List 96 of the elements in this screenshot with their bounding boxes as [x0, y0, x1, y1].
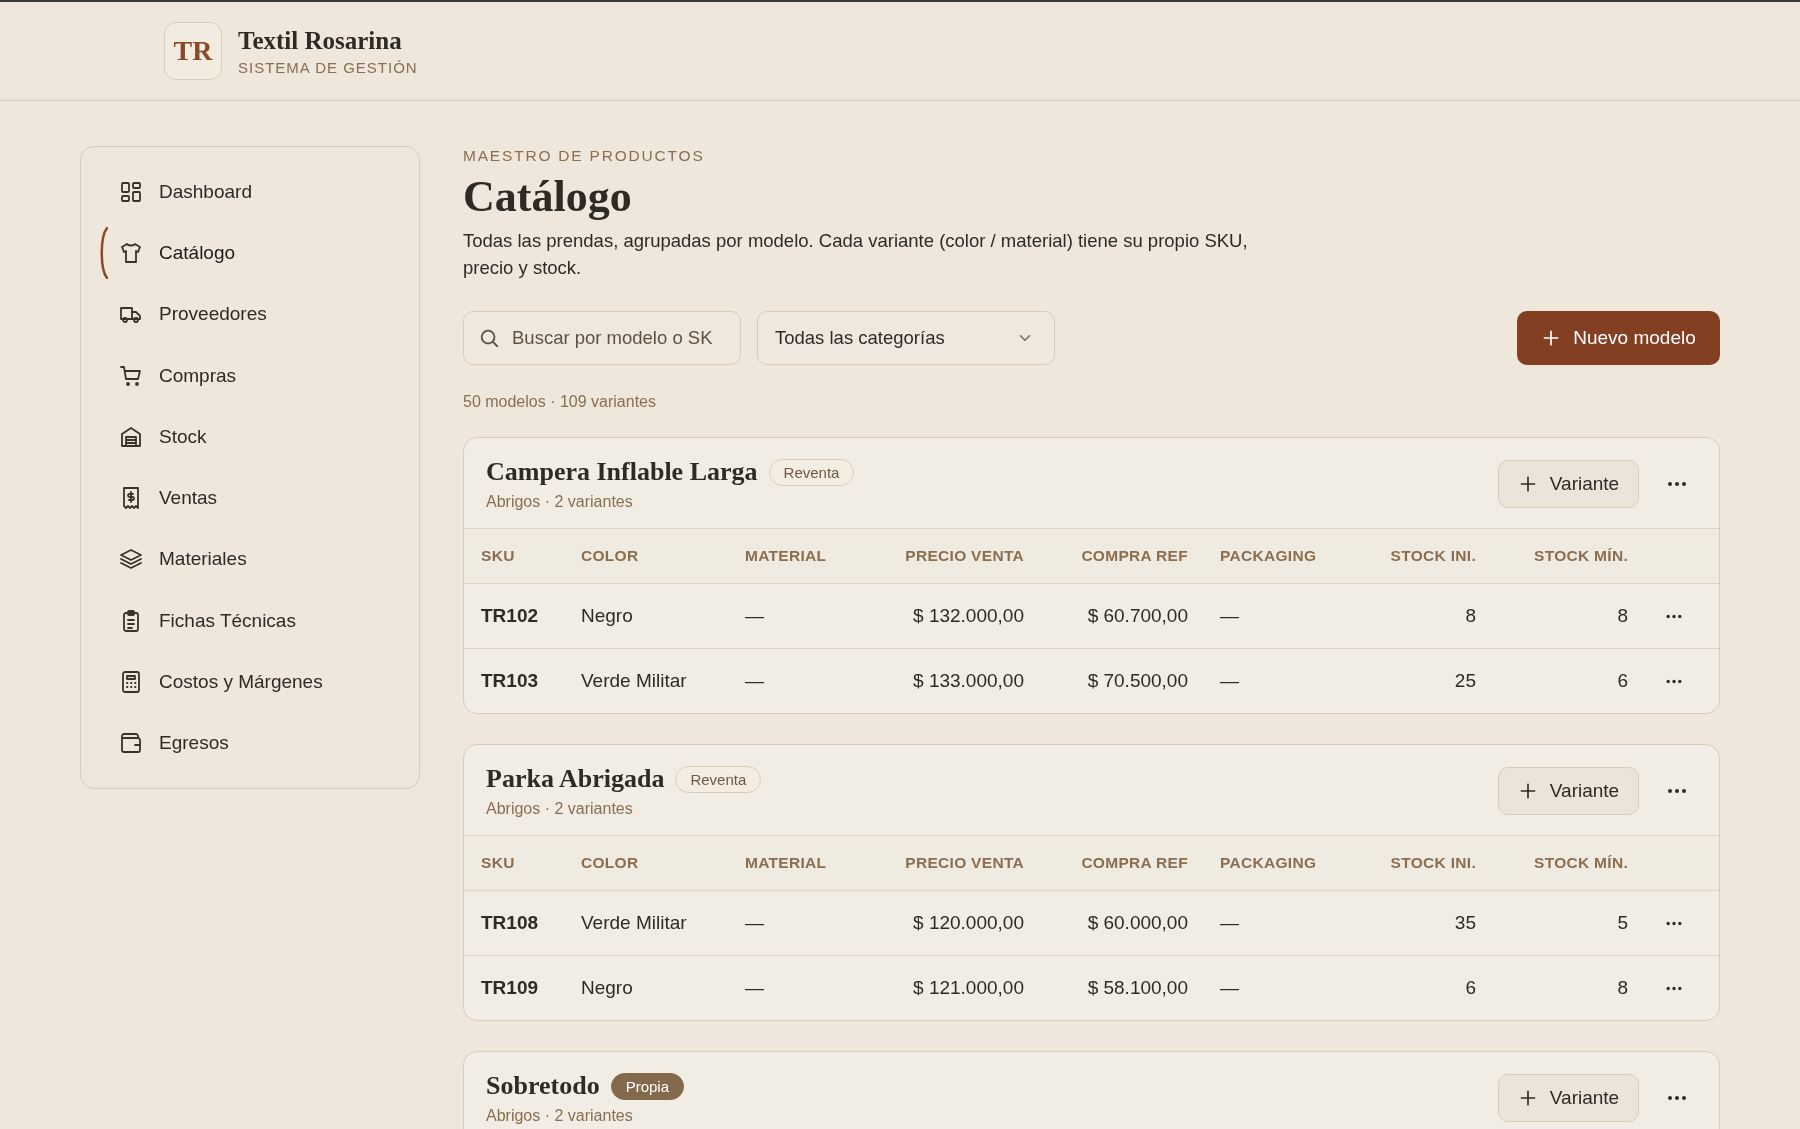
column-header: PRECIO VENTA — [904, 854, 1024, 872]
table-cell-text: $ 132.000,00 — [912, 605, 1024, 627]
sidebar-item[interactable]: Ventas — [81, 467, 419, 529]
table-cell-text: TR103 — [481, 670, 540, 692]
more-options-icon[interactable] — [1667, 481, 1687, 487]
sidebar-item[interactable]: Catálogo — [81, 222, 419, 284]
column-header: COLOR — [581, 547, 640, 565]
results-count: 50 modelos · 109 variantes — [463, 393, 657, 411]
add-variant-button[interactable]: Variante — [1498, 460, 1639, 508]
column-header: PRECIO VENTA — [904, 547, 1024, 565]
table-cell-text: $ 60.700,00 — [1086, 605, 1188, 627]
sidebar-item[interactable]: Costos y Márgenes — [81, 651, 419, 713]
shirt-icon — [119, 240, 143, 265]
section-eyebrow: MAESTRO DE PRODUCTOS — [463, 147, 706, 165]
add-variant-button[interactable]: Variante — [1498, 767, 1639, 815]
active-indicator-icon — [98, 227, 108, 280]
add-variant-button[interactable]: Variante — [1498, 1074, 1639, 1122]
dashboard-icon — [119, 179, 143, 204]
column-header: PACKAGING — [1219, 854, 1318, 872]
table-cell-text: TR108 — [481, 912, 540, 934]
warehouse-icon — [119, 424, 143, 449]
table-cell-text: $ 121.000,00 — [912, 977, 1024, 999]
table-cell-text: $ 60.000,00 — [1086, 912, 1188, 934]
table-cell-text: — — [1219, 670, 1240, 692]
table-cell-text: Negro — [581, 977, 634, 999]
category-tag: Propia — [610, 1072, 684, 1100]
table-cell-text: 5 — [1616, 912, 1628, 934]
model-name: Sobretodo — [486, 1071, 600, 1101]
table-cell-text: — — [745, 605, 765, 627]
logo-badge: TR — [164, 22, 222, 80]
table-cell-text: $ 70.500,00 — [1086, 670, 1188, 692]
wallet-icon — [119, 731, 143, 756]
more-options-icon[interactable] — [1664, 678, 1683, 684]
sidebar-item[interactable]: Materiales — [81, 528, 419, 591]
sidebar-item[interactable]: Proveedores — [81, 283, 419, 345]
table-cell-text: 6 — [1616, 670, 1628, 692]
table-cell-text: Verde Militar — [581, 670, 688, 692]
sidebar-item[interactable]: Stock — [81, 406, 419, 468]
sidebar-item[interactable]: Fichas Técnicas — [81, 590, 419, 652]
sidebar-item[interactable]: Compras — [81, 344, 419, 407]
table-cell-text: 6 — [1464, 977, 1476, 999]
search-field[interactable]: Buscar por modelo o SK — [463, 311, 741, 365]
table-cell-text: 8 — [1616, 977, 1628, 999]
table-cell-text: $ 58.100,00 — [1086, 977, 1188, 999]
calculator-icon — [119, 670, 143, 694]
more-options-icon[interactable] — [1664, 613, 1683, 619]
category-tag: Reventa — [768, 458, 855, 486]
column-header: PACKAGING — [1219, 547, 1318, 565]
table-cell-text: — — [745, 977, 765, 999]
layers-icon — [119, 547, 143, 572]
column-header: SKU — [481, 547, 516, 565]
table-cell-text: — — [1219, 912, 1240, 934]
page-description: Todas las prendas, agrupadas por modelo. Cada variante (color / material) tiene su propio SKU, precio y stock. — [463, 229, 1249, 280]
category-select[interactable]: Todas las categorías — [757, 311, 1055, 365]
model-subtitle: Abrigos · 2 variantes — [486, 493, 634, 511]
column-header: COMPRA REF — [1080, 547, 1188, 565]
table-cell-text: Negro — [581, 605, 634, 627]
table-cell-text: 8 — [1464, 605, 1476, 627]
table-cell-text: — — [1219, 977, 1240, 999]
column-header: STOCK INI. — [1389, 547, 1476, 565]
model-subtitle: Abrigos · 2 variantes — [486, 1107, 634, 1125]
column-header: COLOR — [581, 854, 640, 872]
column-header: MATERIAL — [745, 547, 828, 565]
table-cell-text: — — [1219, 605, 1240, 627]
category-tag: Reventa — [675, 765, 762, 793]
column-header: MATERIAL — [745, 854, 828, 872]
table-cell-text: $ 133.000,00 — [912, 670, 1024, 692]
brand-subtitle: SISTEMA DE GESTIÓN — [238, 58, 418, 76]
cart-icon — [119, 363, 143, 388]
table-cell-text: 25 — [1453, 670, 1476, 692]
table-cell-text: — — [745, 670, 765, 692]
more-options-icon[interactable] — [1664, 985, 1683, 991]
new-model-button[interactable]: Nuevo modelo — [1517, 311, 1720, 365]
column-header: COMPRA REF — [1080, 854, 1188, 872]
sidebar-item[interactable]: Dashboard — [81, 161, 419, 223]
model-name: Parka Abrigada — [486, 764, 665, 794]
table-cell-text: 35 — [1453, 912, 1476, 934]
model-name: Campera Inflable Larga — [486, 457, 758, 487]
table-cell-text: — — [745, 912, 765, 934]
page-title: Catálogo — [463, 171, 633, 223]
table-cell-text: 8 — [1616, 605, 1628, 627]
more-options-icon[interactable] — [1664, 920, 1683, 926]
column-header: STOCK INI. — [1389, 854, 1476, 872]
table-cell-text: Verde Militar — [581, 912, 688, 934]
column-header: STOCK MÍN. — [1533, 547, 1628, 565]
table-cell-text: $ 120.000,00 — [912, 912, 1024, 934]
table-cell-text: TR102 — [481, 605, 540, 627]
sidebar-item[interactable]: Egresos — [81, 712, 419, 774]
model-subtitle: Abrigos · 2 variantes — [486, 800, 634, 818]
more-options-icon[interactable] — [1667, 1095, 1687, 1101]
brand-name: Textil Rosarina — [238, 26, 403, 55]
more-options-icon[interactable] — [1667, 788, 1687, 794]
column-header: SKU — [481, 854, 516, 872]
table-cell-text: TR109 — [481, 977, 540, 999]
search-icon — [478, 327, 500, 349]
column-header: STOCK MÍN. — [1533, 854, 1628, 872]
